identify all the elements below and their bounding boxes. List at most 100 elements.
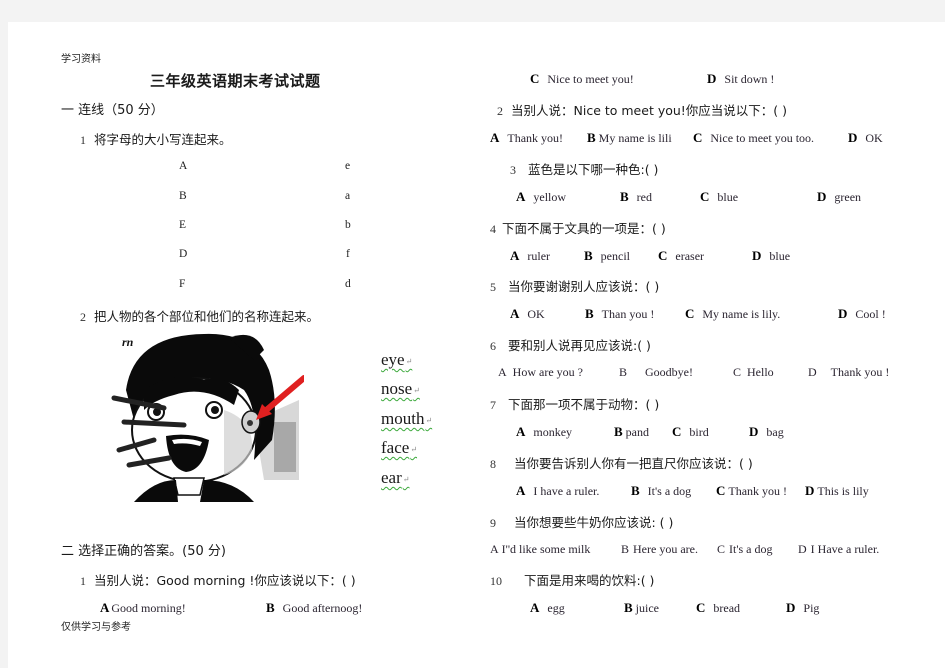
option-letter: C <box>685 306 695 321</box>
question-text: 将字母的大小写连起来。 <box>94 132 232 147</box>
section1-heading: 一 连线（50 分） <box>61 103 164 118</box>
question-number: 2 <box>80 310 86 324</box>
word-text: eye <box>381 350 405 369</box>
option-a: Aegg <box>530 600 565 616</box>
option-b: B Than you ! <box>585 306 654 322</box>
question-10: 10 下面是用来喝的饮料:( ) <box>490 570 654 589</box>
header-note: 学习资料 <box>61 54 101 65</box>
question-8: 8 当你要告诉别人你有一把直尺你应该说：( ) <box>490 453 753 472</box>
question-4: 4 下面不属于文具的一项是：( ) <box>490 218 666 237</box>
option-b: B Good afternoog! <box>266 600 362 616</box>
uppercase-letter: A <box>179 160 188 172</box>
option-a: Ayellow <box>516 189 566 205</box>
option-d: D OK <box>848 130 883 146</box>
option-letter: A <box>530 600 540 615</box>
option-text: This is lily <box>817 484 869 498</box>
option-c: C Thank you ! <box>716 483 787 499</box>
option-text: Sit down ! <box>724 72 775 86</box>
option-b: B Here you are. <box>621 542 698 557</box>
option-c: Cbird <box>672 424 709 440</box>
option-text: bird <box>689 425 709 439</box>
option-letter: A <box>100 600 110 615</box>
question-number: 6 <box>490 339 496 353</box>
option-letter: A <box>490 130 500 145</box>
option-a: A How are you ? <box>498 365 583 380</box>
option-letter: B <box>614 424 623 439</box>
option-letter: D <box>848 130 858 145</box>
option-letter: B <box>584 248 593 263</box>
option-text: OK <box>527 307 545 321</box>
option-letter: A <box>498 365 507 379</box>
word-ear: ear↵ <box>381 468 409 488</box>
question-text: 当别人说：Good morning !你应该说以下：( ) <box>94 573 356 588</box>
option-letter: B <box>585 306 594 321</box>
option-b: Bpencil <box>584 248 630 264</box>
option-text: Cool ! <box>855 307 886 321</box>
question-text: 下面是用来喝的饮料:( ) <box>524 573 655 588</box>
option-letter: A <box>516 483 526 498</box>
option-a: A I have a ruler. <box>516 483 599 499</box>
option-a: Aruler <box>510 248 550 264</box>
option-d: D Cool ! <box>838 306 886 322</box>
section2-heading: 二 选择正确的答案。(50 分) <box>61 544 226 559</box>
question-number: 1 <box>80 574 86 588</box>
lowercase-letter: f <box>346 248 350 260</box>
question-text: 下面那一项不属于动物：( ) <box>508 397 660 412</box>
option-d: D This is lily <box>805 483 869 499</box>
option-text: eraser <box>675 249 705 263</box>
option-letter: C <box>733 365 742 379</box>
question-3: 3 蓝色是以下哪一种色:( ) <box>510 159 658 178</box>
question-text: 下面不属于文具的一项是：( ) <box>502 221 666 236</box>
question-number: 8 <box>490 457 496 471</box>
section1-q1: 1 将字母的大小写连起来。 <box>80 129 232 148</box>
option-text: How are you ? <box>512 365 583 379</box>
lowercase-letter: a <box>345 190 351 202</box>
question-2: 2 当别人说：Nice to meet you!你应当说以下：( ) <box>497 100 787 119</box>
option-letter: D <box>838 306 848 321</box>
option-text: green <box>834 190 862 204</box>
option-text: juice <box>635 601 659 615</box>
uppercase-letter: B <box>179 190 187 202</box>
option-letter: B <box>587 130 596 145</box>
question-text: 当你要告诉别人你有一把直尺你应该说：( ) <box>514 456 753 471</box>
uppercase-letter: E <box>179 219 187 231</box>
uppercase-letter: D <box>179 248 188 260</box>
option-text: bread <box>713 601 741 615</box>
option-letter: D <box>817 189 827 204</box>
option-c: C Hello <box>733 365 774 380</box>
lowercase-letter: e <box>345 160 351 172</box>
option-text: pencil <box>600 249 630 263</box>
option-text: Nice to meet you too. <box>710 131 815 145</box>
paragraph-mark-icon: ↵ <box>410 444 418 454</box>
option-c: Cblue <box>700 189 738 205</box>
option-text: red <box>636 190 652 204</box>
option-text: My name is lily. <box>702 307 781 321</box>
lowercase-letter: b <box>345 219 351 231</box>
option-letter: C <box>700 189 710 204</box>
option-text: I Have a ruler. <box>810 542 880 556</box>
option-letter: C <box>716 483 726 498</box>
word-text: ear <box>381 468 402 487</box>
option-text: It's a dog <box>729 542 773 556</box>
option-text: Thank you ! <box>830 365 890 379</box>
option-text: yellow <box>533 190 567 204</box>
question-text: 当你想要些牛奶你应该说: ( ) <box>514 515 674 530</box>
girl-face-illustration: rn <box>104 330 304 502</box>
word-face: face↵ <box>381 438 417 458</box>
option-text: It's a dog <box>647 484 692 498</box>
question-number: 5 <box>490 280 496 294</box>
option-letter: B <box>620 189 629 204</box>
option-text: I have a ruler. <box>533 484 600 498</box>
option-letter: A <box>516 424 526 439</box>
paragraph-mark-icon: ↵ <box>402 474 410 484</box>
question-text: 把人物的各个部位和他们的名称连起来。 <box>94 309 320 324</box>
option-d: Dbag <box>749 424 784 440</box>
option-text: Than you ! <box>601 307 655 321</box>
option-letter: C <box>717 542 726 556</box>
option-d: Dblue <box>752 248 790 264</box>
option-letter: D <box>808 365 817 379</box>
option-letter: B <box>619 365 628 379</box>
option-text: pand <box>625 425 649 439</box>
option-letter: A <box>516 189 526 204</box>
option-text: Thank you ! <box>728 484 788 498</box>
